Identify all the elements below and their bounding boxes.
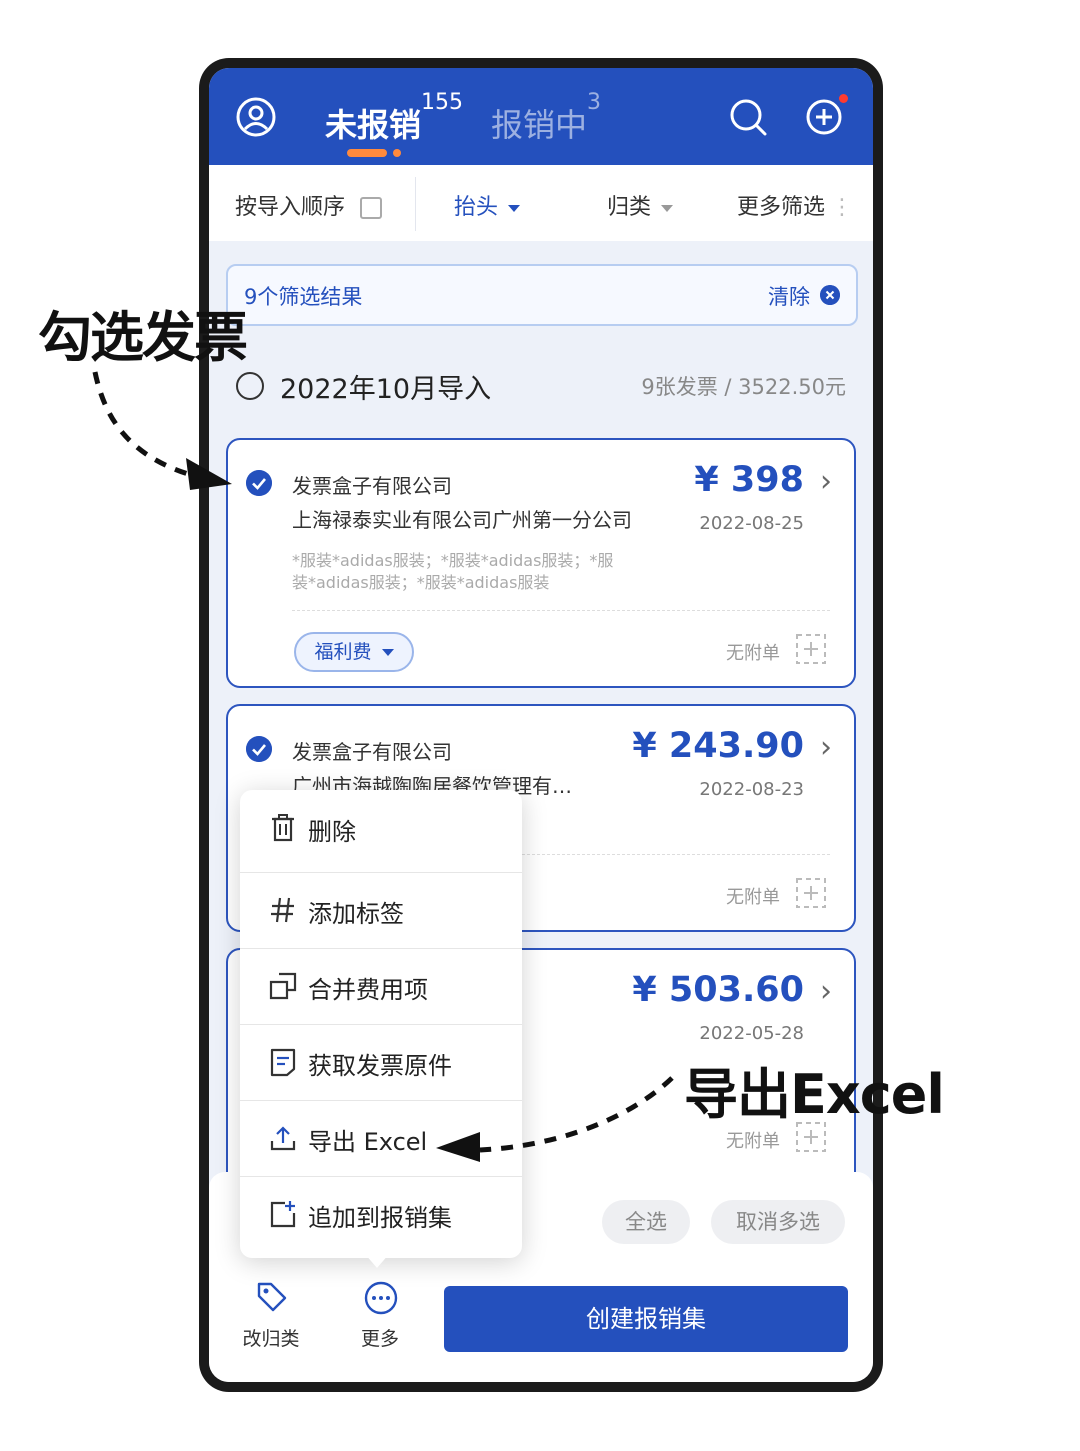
menu-item-export-excel[interactable]: 导出 Excel	[240, 1100, 522, 1174]
annotation-check-invoice: 勾选发票	[38, 306, 248, 369]
menu-item-append-to-set[interactable]: 追加到报销集	[240, 1176, 522, 1250]
swap-icon	[360, 197, 383, 219]
filter-bar: 按导入顺序 抬头 归类 更多筛选 ⋮	[209, 165, 873, 241]
group-summary: 9张发票 / 3522.50元	[641, 375, 846, 399]
filter-result-banner: 9个筛选结果 清除	[226, 264, 858, 326]
select-all-button[interactable]: 全选	[602, 1200, 690, 1244]
filter-divider	[415, 177, 416, 231]
more-filter-label: 更多筛选	[737, 195, 826, 220]
tab-reimbursing[interactable]: 报销中 3	[491, 90, 601, 146]
annotation-arrow-check	[92, 371, 189, 477]
menu-item-label: 合并费用项	[308, 976, 428, 1004]
app-screen: 未报销 155 报销中 3 按导入顺序 抬头 归类 更多筛选 ⋮ 9个筛选结果 …	[209, 68, 873, 1382]
user-icon[interactable]	[235, 96, 277, 138]
clear-filter-button[interactable]: 清除	[768, 281, 810, 311]
seller-name: 发票盒子有限公司	[292, 740, 452, 764]
more-horizontal-icon	[364, 1281, 398, 1315]
menu-item-get-original[interactable]: 获取发票原件	[240, 1024, 522, 1098]
tab-unreimbursed-label: 未报销	[325, 106, 422, 144]
invoice-date: 2022-08-25	[699, 513, 804, 534]
menu-item-label: 导出 Excel	[308, 1128, 428, 1156]
menu-pointer	[365, 1254, 389, 1268]
category-tag[interactable]: 福利费	[294, 632, 414, 672]
group-select-radio[interactable]	[236, 372, 264, 400]
annotation-export-excel: 导出Excel	[684, 1063, 945, 1126]
invoice-items-line: *服装*adidas服装；*服装*adidas服装；*服	[292, 551, 614, 570]
invoice-date: 2022-05-28	[699, 1023, 804, 1044]
invoice-date: 2022-08-23	[699, 779, 804, 800]
add-to-set-icon	[270, 1201, 296, 1228]
phone-frame: 未报销 155 报销中 3 按导入顺序 抬头 归类 更多筛选 ⋮ 9个筛选结果 …	[199, 58, 883, 1392]
invoice-amount: ¥ 503.60	[632, 970, 804, 1010]
menu-item-label: 删除	[308, 818, 356, 846]
invoice-amount: ¥ 243.90	[632, 726, 804, 766]
merge-icon	[269, 972, 297, 1000]
title-filter[interactable]: 抬头	[454, 189, 521, 221]
menu-item-delete[interactable]: 删除	[240, 790, 522, 864]
add-attachment-icon[interactable]	[796, 634, 826, 664]
group-title: 2022年10月导入	[280, 374, 492, 405]
category-filter-label: 归类	[607, 195, 652, 220]
no-attachment-label: 无附单	[726, 643, 780, 664]
tab-unreimbursed[interactable]: 未报销 155	[325, 90, 463, 146]
trash-icon	[272, 814, 294, 842]
close-icon[interactable]	[820, 285, 840, 305]
reclassify-label: 改归类	[242, 1328, 300, 1350]
chevron-down-icon	[381, 649, 394, 656]
tag-icon	[257, 1282, 287, 1312]
more-vertical-icon: ⋮	[831, 195, 854, 220]
menu-item-label: 添加标签	[308, 900, 404, 928]
cancel-multiselect-button[interactable]: 取消多选	[711, 1200, 845, 1244]
title-filter-label: 抬头	[454, 195, 499, 220]
invoice-amount: ¥ 398	[694, 460, 804, 500]
chevron-right-icon[interactable]: ›	[820, 730, 832, 765]
top-bar: 未报销 155 报销中 3	[209, 68, 873, 165]
document-icon	[270, 1048, 296, 1077]
more-label: 更多	[360, 1328, 399, 1350]
invoice-card[interactable]: 发票盒子有限公司 上海禄泰实业有限公司广州第一分公司 ¥ 398 › 2022-…	[226, 438, 856, 688]
upload-icon	[270, 1126, 296, 1151]
search-icon[interactable]	[727, 96, 769, 138]
tab-reimbursing-count: 3	[587, 90, 602, 115]
no-attachment-label: 无附单	[726, 1131, 780, 1152]
more-filter[interactable]: 更多筛选 ⋮	[737, 189, 853, 221]
notification-dot	[839, 94, 848, 103]
card-divider	[292, 610, 830, 611]
invoice-items: *服装*adidas服装；*服装*adidas服装；*服 装*adidas服装；…	[292, 550, 672, 594]
add-attachment-icon[interactable]	[796, 878, 826, 908]
no-attachment-label: 无附单	[726, 887, 780, 908]
chevron-down-icon	[508, 204, 521, 212]
menu-item-label: 获取发票原件	[308, 1052, 452, 1080]
category-filter[interactable]: 归类	[607, 189, 674, 221]
chevron-right-icon[interactable]: ›	[820, 974, 832, 1009]
hash-icon	[271, 897, 294, 923]
tab-unreimbursed-count: 155	[421, 90, 464, 115]
seller-name: 发票盒子有限公司	[292, 474, 452, 498]
checkmark-icon[interactable]	[246, 470, 272, 496]
invoice-items-line: 装*adidas服装；*服装*adidas服装	[292, 573, 550, 592]
checkmark-icon[interactable]	[246, 736, 272, 762]
create-reimbursement-set-button[interactable]: 创建报销集	[444, 1286, 848, 1352]
more-actions-menu: 删除 添加标签 合并费用项 获取发票原件 导出 Excel 追加到报销集	[240, 790, 522, 1258]
tab-indicator	[347, 149, 387, 157]
sort-filter-label: 按导入顺序	[235, 195, 346, 220]
filter-result-text: 9个筛选结果	[244, 285, 363, 309]
category-tag-label: 福利费	[314, 641, 372, 663]
add-circle-icon[interactable]	[803, 96, 845, 138]
chevron-down-icon	[661, 204, 674, 212]
chevron-right-icon[interactable]: ›	[820, 464, 832, 499]
import-group-header: 2022年10月导入 9张发票 / 3522.50元	[236, 367, 846, 407]
menu-item-add-tag[interactable]: 添加标签	[240, 872, 522, 946]
tab-indicator-dot	[393, 149, 401, 157]
menu-item-merge-expense[interactable]: 合并费用项	[240, 948, 522, 1022]
menu-item-label: 追加到报销集	[308, 1204, 452, 1232]
tab-reimbursing-label: 报销中	[491, 106, 588, 144]
sort-filter[interactable]: 按导入顺序	[235, 189, 383, 221]
buyer-name: 上海禄泰实业有限公司广州第一分公司	[292, 508, 632, 532]
